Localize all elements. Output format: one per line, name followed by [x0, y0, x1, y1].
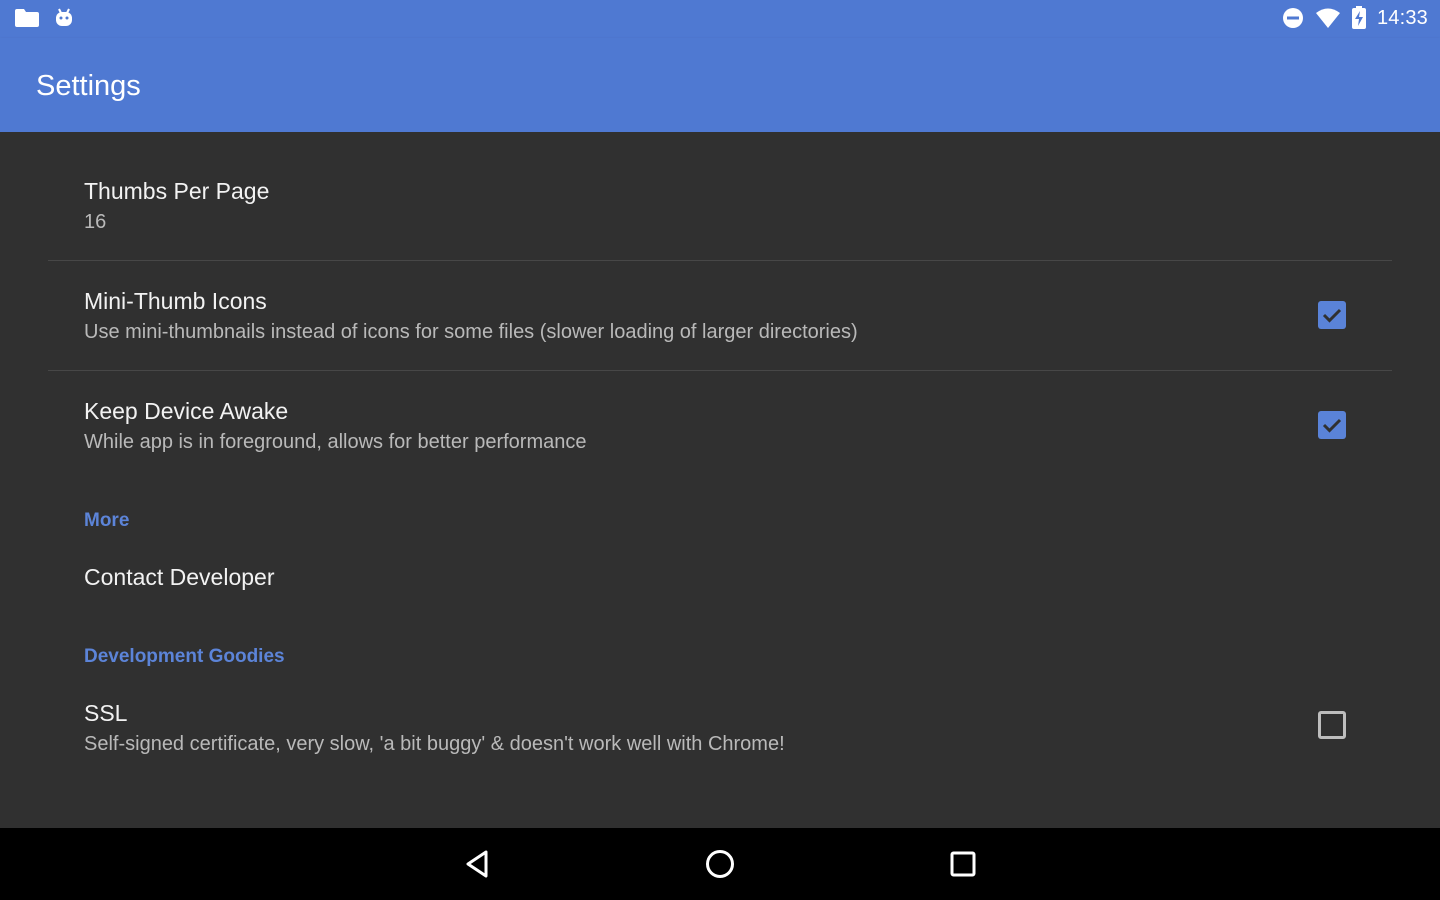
back-icon[interactable]: [462, 848, 494, 880]
pref-ssl[interactable]: SSL Self-signed certificate, very slow, …: [84, 699, 1440, 789]
app-bar: Settings: [0, 38, 1440, 132]
pref-summary: 16: [84, 211, 107, 233]
settings-list: Thumbs Per Page 16 Mini-Thumb Icons Use …: [0, 132, 1440, 828]
wifi-icon: [1315, 8, 1340, 28]
navigation-bar: [0, 828, 1440, 900]
check-icon: [1322, 418, 1342, 433]
keep-device-awake-checkbox[interactable]: [1318, 411, 1346, 439]
pref-thumbs-per-page[interactable]: Thumbs Per Page 16: [84, 177, 1440, 267]
pref-summary: Self-signed certificate, very slow, 'a b…: [84, 733, 785, 755]
do-not-disturb-icon: [1282, 8, 1303, 28]
pref-keep-device-awake[interactable]: Keep Device Awake While app is in foregr…: [84, 397, 1440, 487]
status-bar-left-icons: [14, 8, 74, 28]
pref-title: Contact Developer: [84, 564, 275, 590]
recents-icon[interactable]: [947, 848, 979, 880]
status-bar: 14:33: [0, 0, 1440, 38]
pref-mini-thumb-icons[interactable]: Mini-Thumb Icons Use mini-thumbnails ins…: [84, 287, 1440, 377]
battery-charging-icon: [1351, 6, 1366, 29]
pref-title: Mini-Thumb Icons: [84, 288, 267, 314]
status-clock: 14:33: [1376, 6, 1428, 29]
ssl-checkbox[interactable]: [1318, 711, 1346, 739]
divider: [48, 260, 1392, 261]
android-debug-icon: [56, 8, 72, 26]
pref-title: Thumbs Per Page: [84, 178, 270, 204]
divider: [48, 370, 1392, 371]
pref-summary: Use mini-thumbnails instead of icons for…: [84, 321, 858, 343]
page-title: Settings: [36, 70, 141, 102]
folder-icon: [15, 9, 39, 27]
status-bar-right: 14:33: [1281, 6, 1428, 30]
pref-title: Keep Device Awake: [84, 398, 289, 424]
home-icon[interactable]: [704, 848, 736, 880]
category-development-goodies: Development Goodies: [84, 646, 285, 667]
check-icon: [1322, 308, 1342, 323]
pref-contact-developer[interactable]: Contact Developer: [84, 563, 1440, 613]
pref-summary: While app is in foreground, allows for b…: [84, 431, 587, 453]
category-more: More: [84, 510, 130, 531]
mini-thumb-icons-checkbox[interactable]: [1318, 301, 1346, 329]
pref-title: SSL: [84, 700, 128, 726]
